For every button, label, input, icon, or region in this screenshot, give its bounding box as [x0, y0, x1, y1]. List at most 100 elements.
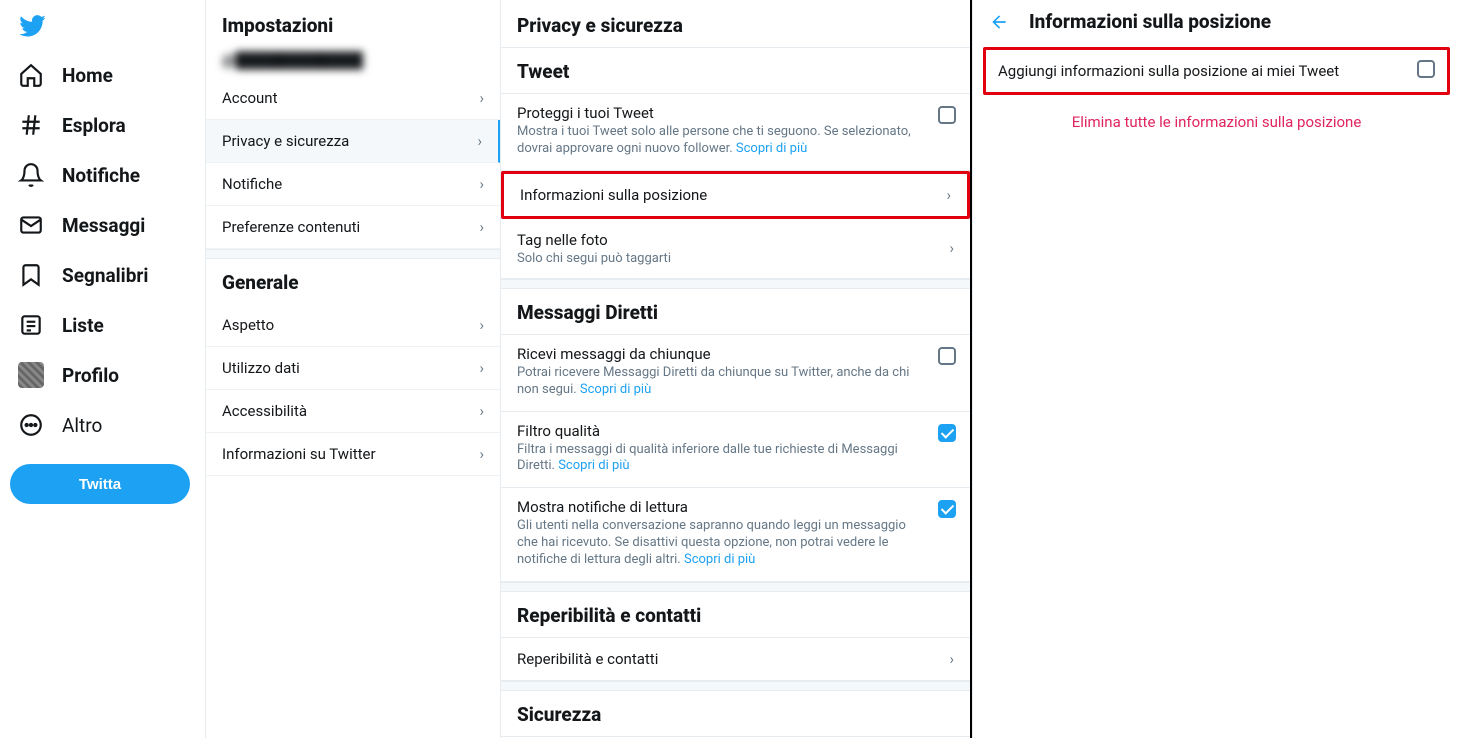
location-panel-header: Informazioni sulla posizione [973, 0, 1460, 45]
learn-more-link[interactable]: Scopri di più [558, 458, 629, 473]
spacer [206, 249, 500, 259]
learn-more-link[interactable]: Scopri di più [684, 552, 755, 567]
chevron-right-icon: › [479, 316, 484, 334]
location-panel: Informazioni sulla posizione Aggiungi in… [972, 0, 1460, 738]
arrow-left-icon [989, 12, 1009, 32]
nav-lists[interactable]: Liste [10, 300, 195, 350]
nav-explore[interactable]: Esplora [10, 100, 195, 150]
protect-tweets-title: Proteggi i tuoi Tweet [517, 104, 954, 122]
twitter-logo[interactable] [10, 6, 195, 50]
quality-filter-desc: Filtra i messaggi di qualità inferiore d… [517, 442, 954, 476]
learn-more-link[interactable]: Scopri di più [580, 382, 651, 397]
nav-profile[interactable]: Profilo [10, 350, 195, 400]
discover-section-title: Reperibilità e contatti [501, 592, 970, 638]
settings-about-label: Informazioni su Twitter [222, 445, 376, 463]
nav-more[interactable]: Altro [10, 400, 195, 450]
location-panel-title: Informazioni sulla posizione [1029, 10, 1271, 33]
quality-filter-item[interactable]: Filtro qualità Filtra i messaggi di qual… [501, 412, 970, 489]
read-receipts-desc: Gli utenti nella conversazione sapranno … [517, 518, 954, 569]
settings-notifications-label: Notifiche [222, 175, 282, 193]
settings-accessibility-label: Accessibilità [222, 402, 307, 420]
dm-receive-title: Ricevi messaggi da chiunque [517, 345, 954, 363]
chevron-right-icon: › [479, 402, 484, 420]
settings-data-label: Utilizzo dati [222, 359, 300, 377]
protect-tweets-item[interactable]: Proteggi i tuoi Tweet Mostra i tuoi Twee… [501, 94, 970, 171]
settings-accessibility[interactable]: Accessibilità › [206, 390, 500, 433]
nav-bookmarks[interactable]: Segnalibri [10, 250, 195, 300]
add-location-checkbox[interactable] [1417, 60, 1435, 82]
privacy-title: Privacy e sicurezza [501, 0, 970, 47]
settings-data[interactable]: Utilizzo dati › [206, 347, 500, 390]
nav-notifications[interactable]: Notifiche [10, 150, 195, 200]
chevron-right-icon: › [949, 239, 954, 257]
protect-tweets-checkbox[interactable] [938, 106, 956, 128]
tweet-section-title: Tweet [501, 47, 970, 94]
chevron-right-icon: › [479, 218, 484, 236]
discover-row-label: Reperibilità e contatti [517, 650, 658, 668]
dm-receive-desc: Potrai ricevere Messaggi Diretti da chiu… [517, 365, 954, 399]
chevron-right-icon: › [479, 89, 484, 107]
chevron-right-icon: › [479, 175, 484, 193]
settings-privacy[interactable]: Privacy e sicurezza › [206, 120, 500, 163]
avatar-icon [18, 362, 44, 388]
more-icon [18, 412, 44, 438]
settings-display[interactable]: Aspetto › [206, 304, 500, 347]
nav-home[interactable]: Home [10, 50, 195, 100]
settings-about[interactable]: Informazioni su Twitter › [206, 433, 500, 476]
tweet-button[interactable]: Twitta [10, 464, 190, 504]
settings-content-prefs[interactable]: Preferenze contenuti› [206, 206, 500, 249]
photo-tag-sub: Solo chi segui può taggarti [517, 251, 671, 266]
spacer [501, 279, 970, 289]
home-icon [18, 62, 44, 88]
settings-notifications[interactable]: Notifiche › [206, 163, 500, 206]
photo-tag-title: Tag nelle foto [517, 231, 671, 249]
nav-messages-label: Messaggi [62, 214, 145, 237]
settings-column: Impostazioni @████████████ Account › Priv… [205, 0, 500, 738]
nav-explore-label: Esplora [62, 114, 126, 137]
chevron-right-icon: › [479, 359, 484, 377]
quality-filter-title: Filtro qualità [517, 422, 954, 440]
nav-home-label: Home [62, 64, 113, 87]
nav-bookmarks-label: Segnalibri [62, 264, 148, 287]
settings-privacy-label: Privacy e sicurezza [222, 132, 349, 150]
primary-nav: Home Esplora Notifiche Messaggi Segnalib… [0, 0, 205, 738]
hash-icon [18, 112, 44, 138]
twitter-bird-icon [18, 12, 46, 40]
add-location-option[interactable]: Aggiungi informazioni sulla posizione ai… [983, 47, 1450, 95]
settings-display-label: Aspetto [222, 316, 274, 334]
delete-location-button[interactable]: Elimina tutte le informazioni sulla posi… [973, 95, 1460, 149]
read-receipts-title: Mostra notifiche di lettura [517, 498, 954, 516]
mail-icon [18, 212, 44, 238]
protect-tweets-desc: Mostra i tuoi Tweet solo alle persone ch… [517, 124, 954, 158]
settings-title: Impostazioni [206, 0, 500, 47]
location-info-label: Informazioni sulla posizione [520, 186, 707, 204]
nav-more-label: Altro [62, 414, 102, 437]
read-receipts-checkbox[interactable] [938, 500, 956, 522]
spacer [501, 582, 970, 592]
spacer [501, 681, 970, 691]
list-icon [18, 312, 44, 338]
dm-receive-checkbox[interactable] [938, 347, 956, 369]
dm-section-title: Messaggi Diretti [501, 289, 970, 335]
settings-account-label: Account [222, 89, 278, 107]
chevron-right-icon: › [479, 445, 484, 463]
add-location-label: Aggiungi informazioni sulla posizione ai… [998, 62, 1339, 80]
bell-icon [18, 162, 44, 188]
nav-messages[interactable]: Messaggi [10, 200, 195, 250]
chevron-right-icon: › [949, 650, 954, 668]
settings-account[interactable]: Account › [206, 77, 500, 120]
settings-username: @████████████ [206, 47, 500, 77]
nav-lists-label: Liste [62, 314, 104, 337]
chevron-right-icon: › [477, 132, 482, 150]
nav-notifications-label: Notifiche [62, 164, 140, 187]
learn-more-link[interactable]: Scopri di più [736, 141, 807, 156]
settings-general-title: Generale [206, 259, 500, 304]
location-info-row[interactable]: Informazioni sulla posizione › [501, 171, 970, 219]
read-receipts-item[interactable]: Mostra notifiche di lettura Gli utenti n… [501, 488, 970, 582]
discover-row[interactable]: Reperibilità e contatti › [501, 638, 970, 681]
dm-receive-item[interactable]: Ricevi messaggi da chiunque Potrai ricev… [501, 335, 970, 412]
photo-tag-row[interactable]: Tag nelle foto Solo chi segui può taggar… [501, 219, 970, 279]
back-button[interactable] [989, 12, 1009, 32]
bookmark-icon [18, 262, 44, 288]
quality-filter-checkbox[interactable] [938, 424, 956, 446]
